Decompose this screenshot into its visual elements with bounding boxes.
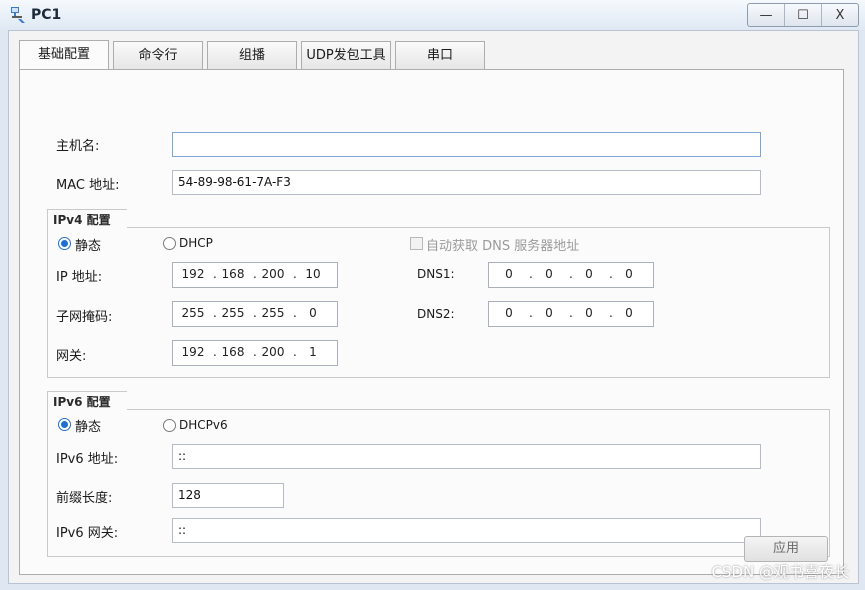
ipv6-gateway-label: IPv6 网关: [56,526,119,541]
auto-dns-checkbox[interactable] [410,237,423,250]
tab-serial[interactable]: 串口 [395,41,485,69]
ipv4-dhcp-radio[interactable] [163,237,176,250]
mac-label: MAC 地址: [56,178,120,193]
ipv6-dhcp-radio[interactable] [163,419,176,432]
ipv6-dhcp-label: DHCPv6 [179,418,228,432]
subnet-mask-input[interactable]: 255. 255. 255. 0 [172,301,338,327]
watermark: CSDN @观书喜夜长 [711,563,849,581]
gateway-input[interactable]: 192. 168. 200. 1 [172,340,338,366]
tab-udp-tool[interactable]: UDP发包工具 [301,41,391,69]
basic-config-panel: 主机名: MAC 地址: 54-89-98-61-7A-F3 IPv4 配置 静… [19,69,844,575]
ipv4-group-title: IPv4 配置 [47,209,127,230]
ipv4-static-radio[interactable] [58,237,71,250]
subnet-mask-label: 子网掩码: [56,310,113,325]
ipv6-static-radio[interactable] [58,418,71,431]
auto-dns-label: 自动获取 DNS 服务器地址 [426,239,580,254]
ipv6-group-title: IPv6 配置 [47,391,127,412]
hostname-label: 主机名: [56,139,100,154]
ipv4-dhcp-label: DHCP [179,236,213,250]
dns2-input[interactable]: 0. 0. 0. 0 [488,301,654,327]
window-title: PC1 [31,7,62,23]
minimize-button[interactable]: — [748,4,784,26]
dns1-label: DNS1: [417,267,455,281]
mac-input[interactable]: 54-89-98-61-7A-F3 [172,170,761,195]
maximize-button[interactable]: ☐ [784,4,821,26]
prefix-length-input[interactable]: 128 [172,483,284,508]
tab-command-line[interactable]: 命令行 [113,41,203,69]
hostname-input[interactable] [172,132,761,157]
tab-basic-config[interactable]: 基础配置 [19,40,109,70]
ipv6-address-label: IPv6 地址: [56,452,119,467]
gateway-label: 网关: [56,349,87,364]
ipv6-gateway-input[interactable]: :: [172,518,761,543]
ip-address-input[interactable]: 192. 168. 200. 10 [172,262,338,288]
ipv6-address-input[interactable]: :: [172,444,761,469]
dns1-input[interactable]: 0. 0. 0. 0 [488,262,654,288]
ip-address-label: IP 地址: [56,270,103,285]
prefix-length-label: 前缀长度: [56,491,113,506]
pc-app-icon [11,7,25,23]
dns2-label: DNS2: [417,307,455,321]
close-button[interactable]: X [821,4,858,26]
apply-button[interactable]: 应用 [744,536,828,562]
dialog-client: 基础配置 命令行 组播 UDP发包工具 串口 主机名: MAC 地址: 54-8… [8,30,859,584]
ipv6-static-label: 静态 [75,420,102,435]
title-bar: PC1 — ☐ X [0,0,865,30]
tab-multicast[interactable]: 组播 [207,41,297,69]
window-controls: — ☐ X [747,3,859,27]
ipv4-static-label: 静态 [75,239,102,254]
